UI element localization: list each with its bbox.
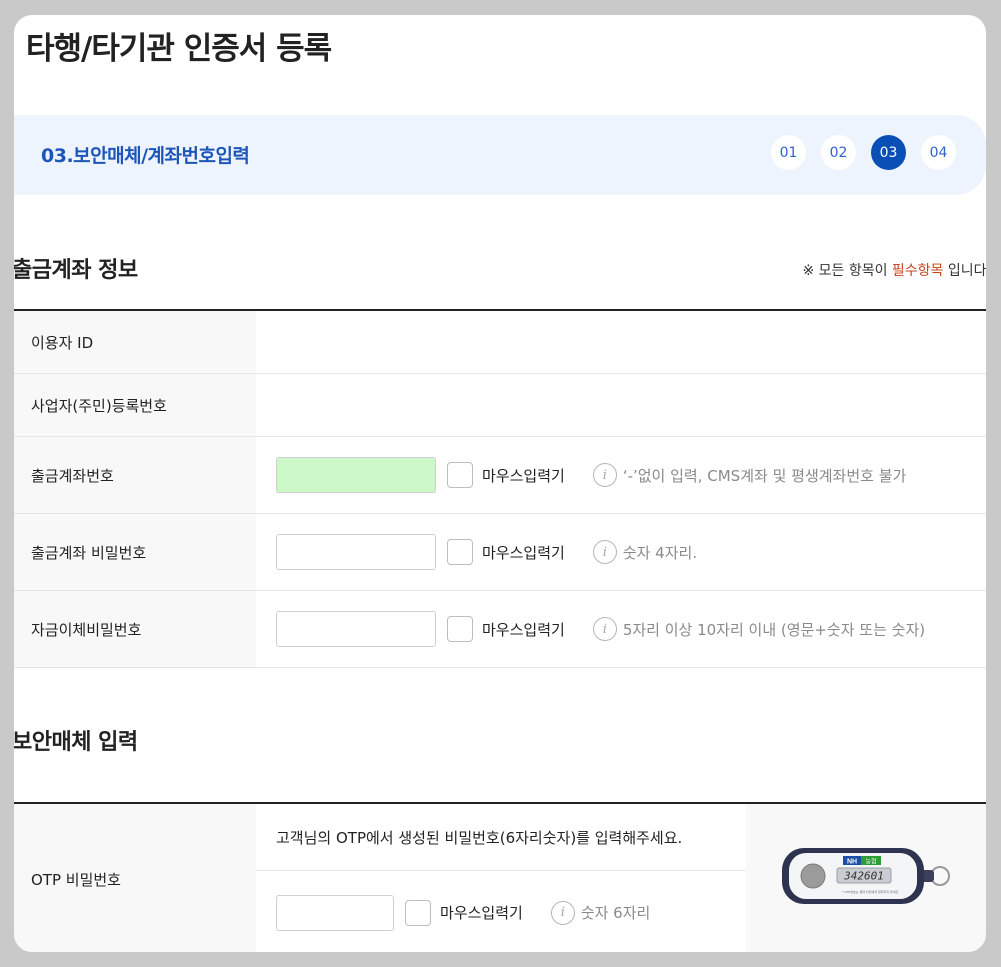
otp-device-brand-sub: 농협 <box>865 858 876 866</box>
account-no-hint: ‘-’없이 입력, CMS계좌 및 평생계좌번호 불가 <box>622 466 907 485</box>
step-1: 01 <box>771 135 806 170</box>
otp-device-brand: NH <box>847 859 857 866</box>
row-user-id: 이용자 ID <box>14 311 986 374</box>
otp-content: 고객님의 OTP에서 생성된 비밀번호(6자리숫자)를 입력해주세요. 마우스입… <box>256 804 746 952</box>
step-title: 03.보안매체/계좌번호입력 <box>41 145 250 167</box>
biz-reg-no-label: 사업자(주민)등록번호 <box>14 374 256 436</box>
transfer-pw-input[interactable] <box>276 611 436 647</box>
biz-reg-no-value <box>256 374 986 436</box>
row-transfer-pw: 자금이체비밀번호 마우스입력기 i 5자리 이상 10자리 이내 (영문+숫자 … <box>14 591 986 668</box>
account-pw-hint: 숫자 4자리. <box>622 543 698 562</box>
notice-required: 필수항목 <box>891 263 944 279</box>
otp-description: 고객님의 OTP에서 생성된 비밀번호(6자리숫자)를 입력해주세요. <box>256 804 746 871</box>
transfer-pw-hint: 5자리 이상 10자리 이내 (영문+숫자 또는 숫자) <box>622 620 926 639</box>
otp-device-caption: * OTP번호는 절대 타인에게 알려주지 마세요 <box>842 889 899 894</box>
otp-mouse-input-label[interactable]: 마우스입력기 <box>440 902 523 923</box>
user-id-label: 이용자 ID <box>14 311 256 373</box>
user-id-value <box>256 311 986 373</box>
otp-device-image: NH 농협 342601 * OTP번호는 절대 타인에게 알려주지 마세요 <box>746 804 986 952</box>
account-section-title: 출금계좌 정보 <box>14 258 138 283</box>
notice-suffix: 입니다. <box>947 263 986 279</box>
otp-mouse-input-checkbox[interactable] <box>405 899 431 926</box>
account-no-mouse-input-checkbox[interactable] <box>447 462 473 488</box>
row-biz-reg-no: 사업자(주민)등록번호 <box>14 374 986 437</box>
row-account-pw: 출금계좌 비밀번호 마우스입력기 i 숫자 4자리. <box>14 514 986 591</box>
account-pw-label: 출금계좌 비밀번호 <box>14 514 256 590</box>
required-notice: ※ 모든 항목이 필수항목 입니다. <box>802 260 986 280</box>
step-indicator: 01 02 03 04 <box>771 135 956 170</box>
transfer-pw-label: 자금이체비밀번호 <box>14 591 256 667</box>
page-title: 타행/타기관 인증서 등록 <box>26 31 332 67</box>
main-panel: 타행/타기관 인증서 등록 03.보안매체/계좌번호입력 01 02 03 04… <box>14 15 986 952</box>
account-pw-mouse-input-checkbox[interactable] <box>447 539 473 565</box>
account-no-label: 출금계좌번호 <box>14 437 256 513</box>
otp-hint: 숫자 6자리 <box>580 904 651 922</box>
account-pw-mouse-input-label[interactable]: 마우스입력기 <box>482 542 565 563</box>
account-no-input[interactable] <box>276 457 436 493</box>
otp-input-row: 마우스입력기 i 숫자 6자리 <box>256 871 746 952</box>
otp-device-icon: NH 농협 342601 * OTP번호는 절대 타인에게 알려주지 마세요 <box>782 848 950 904</box>
security-section-title: 보안매체 입력 <box>14 730 138 755</box>
account-pw-input[interactable] <box>276 534 436 570</box>
info-icon: i <box>592 463 617 487</box>
account-form-table: 이용자 ID 사업자(주민)등록번호 출금계좌번호 마우스입력기 i ‘-’없이… <box>14 309 986 668</box>
transfer-pw-mouse-input-label[interactable]: 마우스입력기 <box>482 619 565 640</box>
info-icon: i <box>592 617 617 641</box>
notice-prefix: ※ 모든 항목이 <box>802 263 892 279</box>
otp-label: OTP 비밀번호 <box>14 804 256 952</box>
step-bar: 03.보안매체/계좌번호입력 01 02 03 04 <box>14 115 986 195</box>
info-icon: i <box>592 540 617 564</box>
step-3-active: 03 <box>871 135 906 170</box>
info-icon: i <box>550 900 575 925</box>
otp-input[interactable] <box>276 894 394 931</box>
step-4: 04 <box>921 135 956 170</box>
transfer-pw-mouse-input-checkbox[interactable] <box>447 616 473 642</box>
otp-device-display: 342601 <box>843 870 884 883</box>
otp-table: OTP 비밀번호 고객님의 OTP에서 생성된 비밀번호(6자리숫자)를 입력해… <box>14 802 986 952</box>
account-no-mouse-input-label[interactable]: 마우스입력기 <box>482 465 565 486</box>
row-account-no: 출금계좌번호 마우스입력기 i ‘-’없이 입력, CMS계좌 및 평생계좌번호… <box>14 437 986 514</box>
step-2: 02 <box>821 135 856 170</box>
